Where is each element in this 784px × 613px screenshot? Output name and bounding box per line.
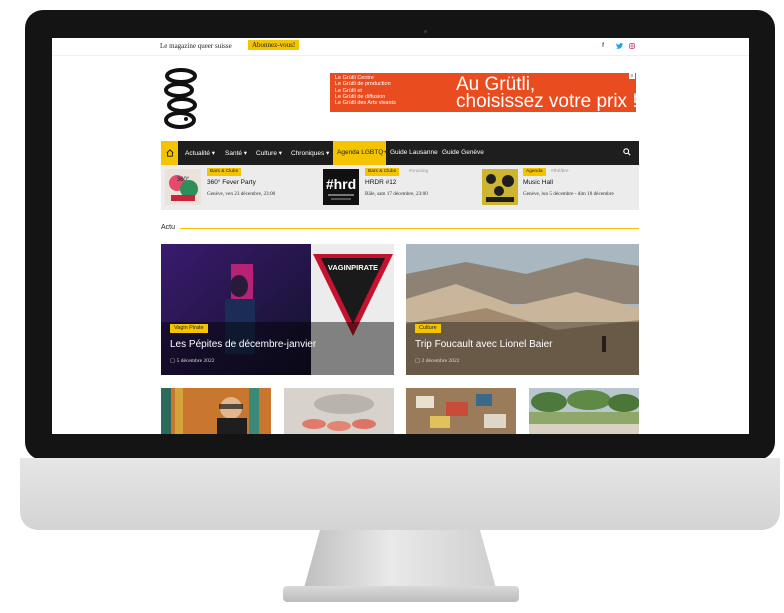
- ad-close-icon[interactable]: x: [629, 73, 635, 79]
- website-screen: Le magazine queer suisse Abonnez-vous! f: [52, 38, 749, 434]
- card-date-text: 5 décembre 2022: [176, 358, 215, 364]
- top-bar: Le magazine queer suisse Abonnez-vous! f: [52, 38, 749, 56]
- home-icon: [165, 149, 174, 157]
- nav-item-sante[interactable]: Santé ▾: [225, 149, 247, 157]
- subscribe-button[interactable]: Abonnez-vous!: [248, 40, 300, 50]
- event-date: Bâle, sam 17 décembre, 23:00: [365, 191, 428, 197]
- nav-item-guide-lausanne[interactable]: Guide Lausanne: [390, 149, 438, 156]
- article-thumbnail[interactable]: [529, 388, 639, 434]
- desktop-scene: Le magazine queer suisse Abonnez-vous! f: [0, 0, 784, 613]
- section-divider: [180, 228, 639, 229]
- event-category-badge[interactable]: Agenda: [523, 168, 546, 176]
- ad-headline-2: choisissez votre prix !: [456, 91, 638, 112]
- card-title[interactable]: Les Pépites de décembre-janvier: [170, 339, 316, 350]
- card-date: ▢ 5 décembre 2022: [170, 358, 214, 364]
- event-tag[interactable]: #cruising: [409, 169, 428, 174]
- ad-banner[interactable]: Le Grütli Centre Le Grütli de production…: [330, 73, 638, 112]
- card-title[interactable]: Trip Foucault avec Lionel Baier: [415, 339, 552, 350]
- event-title[interactable]: 360° Fever Party: [207, 179, 256, 186]
- article-thumbnail[interactable]: [406, 388, 516, 434]
- site-logo[interactable]: [164, 68, 198, 130]
- svg-text:360°: 360°: [177, 177, 190, 183]
- camera-dot: [424, 30, 427, 33]
- ad-line: Le Grütli des Arts vivants: [335, 100, 396, 107]
- card-category-badge[interactable]: Vagin Pirate: [170, 324, 208, 333]
- calendar-icon: ▢: [415, 358, 421, 364]
- card-date-text: 2 décembre 2022: [421, 358, 460, 364]
- thumb-text: #hrd: [326, 176, 356, 192]
- nav-item-actualite[interactable]: Actualité ▾: [185, 149, 215, 157]
- event-category-badge[interactable]: Bars & Clubs: [207, 168, 241, 176]
- events-strip: 360° Bars & Clubs 360° Fever Party Genèv…: [161, 165, 639, 210]
- nav-item-agenda[interactable]: Agenda LGBTQ+: [337, 149, 387, 156]
- twitter-icon[interactable]: [616, 43, 623, 51]
- calendar-icon: ▢: [170, 358, 176, 364]
- event-thumbnail[interactable]: 360°: [165, 169, 201, 205]
- monitor-stand: [304, 530, 496, 588]
- article-card[interactable]: VAGINPIRATE Vagin Pirate Les Pépites de …: [161, 244, 394, 375]
- nav-item-guide-geneve[interactable]: Guide Genève: [442, 149, 484, 156]
- ad-small-text: Le Grütli Centre Le Grütli de production…: [335, 75, 425, 106]
- article-image: [406, 244, 639, 375]
- monitor-chin: [20, 458, 780, 530]
- site-tagline: Le magazine queer suisse: [160, 42, 232, 50]
- article-card[interactable]: Culture Trip Foucault avec Lionel Baier …: [406, 244, 639, 375]
- event-date: Genève, lun 5 décembre - dim 18 décembre: [523, 191, 614, 197]
- monitor-stand-base: [283, 586, 519, 602]
- card-category-badge[interactable]: Culture: [415, 324, 441, 333]
- nav-item-culture[interactable]: Culture ▾: [256, 149, 282, 157]
- event-date: Genève, ven 23 décembre, 23:00: [207, 191, 276, 197]
- card-overlay-text: VAGINPIRATE: [328, 263, 378, 272]
- nav-item-chroniques[interactable]: Chroniques ▾: [291, 149, 329, 157]
- instagram-icon[interactable]: [629, 43, 635, 51]
- section-title: Actu: [161, 224, 176, 231]
- main-nav: Actualité ▾ Santé ▾ Culture ▾ Chroniques…: [161, 141, 639, 165]
- article-image: VAGINPIRATE: [161, 244, 394, 375]
- event-thumbnail[interactable]: #hrd: [323, 169, 359, 205]
- home-button[interactable]: [161, 141, 178, 165]
- facebook-icon[interactable]: f: [602, 43, 604, 49]
- article-thumbnail[interactable]: [161, 388, 271, 434]
- article-thumbnail[interactable]: [284, 388, 394, 434]
- card-date: ▢ 2 décembre 2022: [415, 358, 459, 364]
- event-category-badge[interactable]: Bars & Clubs: [365, 168, 399, 176]
- event-title[interactable]: HRDR #12: [365, 179, 396, 186]
- event-thumbnail[interactable]: [482, 169, 518, 205]
- event-title[interactable]: Music Hall: [523, 179, 553, 186]
- event-tag[interactable]: #théâtre: [551, 169, 569, 174]
- search-icon[interactable]: [623, 148, 631, 158]
